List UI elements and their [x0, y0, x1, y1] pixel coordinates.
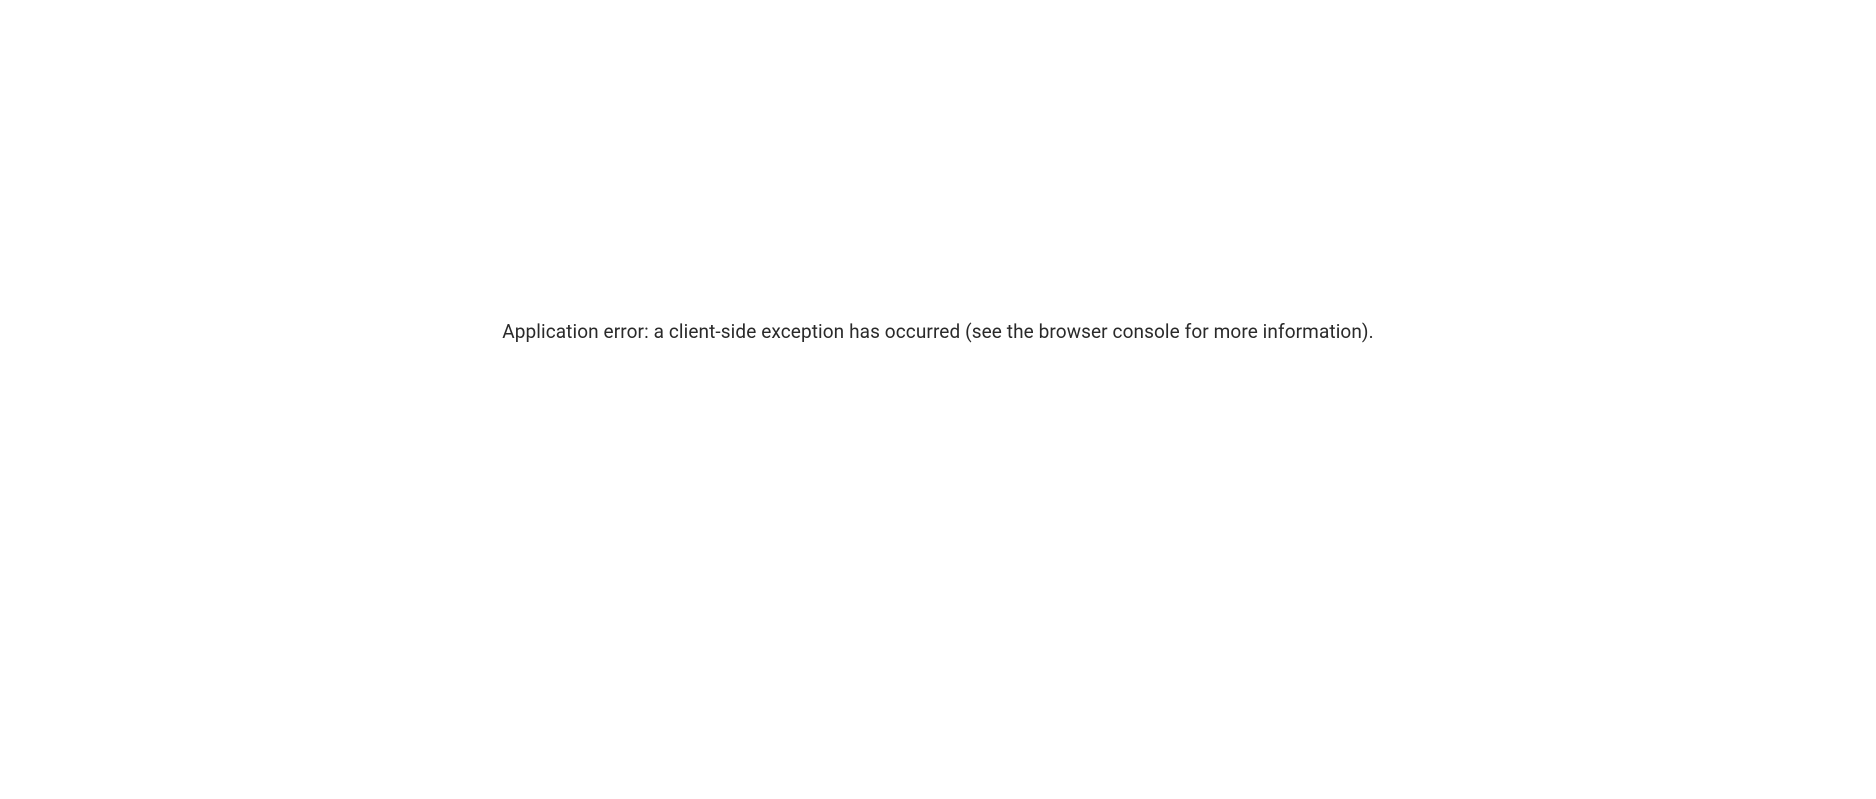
- error-message: Application error: a client-side excepti…: [502, 320, 1374, 343]
- error-container: Application error: a client-side excepti…: [0, 320, 1876, 343]
